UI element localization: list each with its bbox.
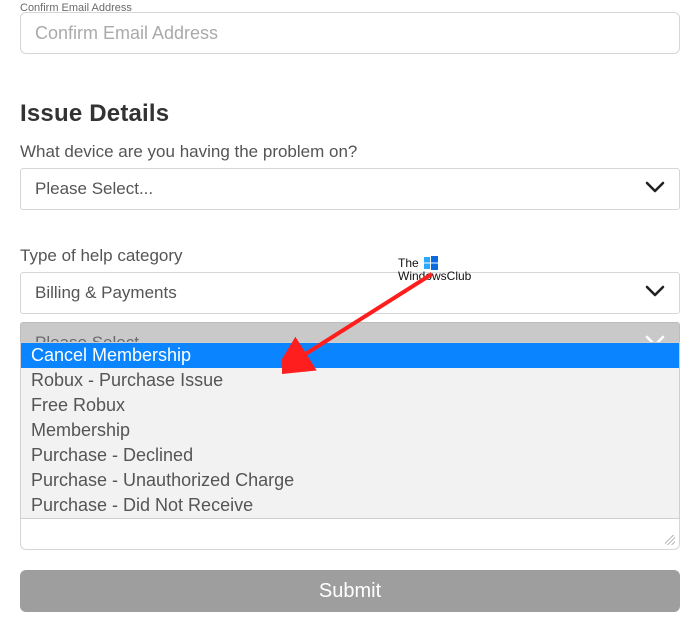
device-select[interactable]: Please Select... <box>20 168 680 210</box>
device-select-value: Please Select... <box>35 179 153 199</box>
confirm-email-top-label: Confirm Email Address <box>20 2 680 12</box>
confirm-email-input[interactable] <box>20 12 680 54</box>
chevron-down-icon <box>645 283 665 303</box>
watermark: The WindowsClub <box>398 256 471 283</box>
chevron-down-icon <box>645 179 665 199</box>
subcategory-option[interactable]: Free Robux <box>21 393 679 418</box>
subcategory-option[interactable]: Purchase - Unauthorized Charge <box>21 468 679 493</box>
windowsclub-logo-icon <box>424 256 438 270</box>
subcategory-option[interactable]: Purchase - Did Not Receive <box>21 493 679 518</box>
help-category-select-value: Billing & Payments <box>35 283 177 303</box>
help-category-label: Type of help category <box>20 246 680 266</box>
subcategory-option[interactable]: Membership <box>21 418 679 443</box>
subcategory-option[interactable]: Purchase - Declined <box>21 443 679 468</box>
help-category-select[interactable]: Billing & Payments <box>20 272 680 314</box>
subcategory-option[interactable]: Cancel Membership <box>21 343 679 368</box>
submit-button[interactable]: Submit <box>20 570 680 612</box>
device-label: What device are you having the problem o… <box>20 142 680 162</box>
subcategory-dropdown[interactable]: Cancel MembershipRobux - Purchase IssueF… <box>20 342 680 519</box>
issue-details-heading: Issue Details <box>20 100 680 128</box>
subcategory-option[interactable]: Robux - Purchase Issue <box>21 368 679 393</box>
